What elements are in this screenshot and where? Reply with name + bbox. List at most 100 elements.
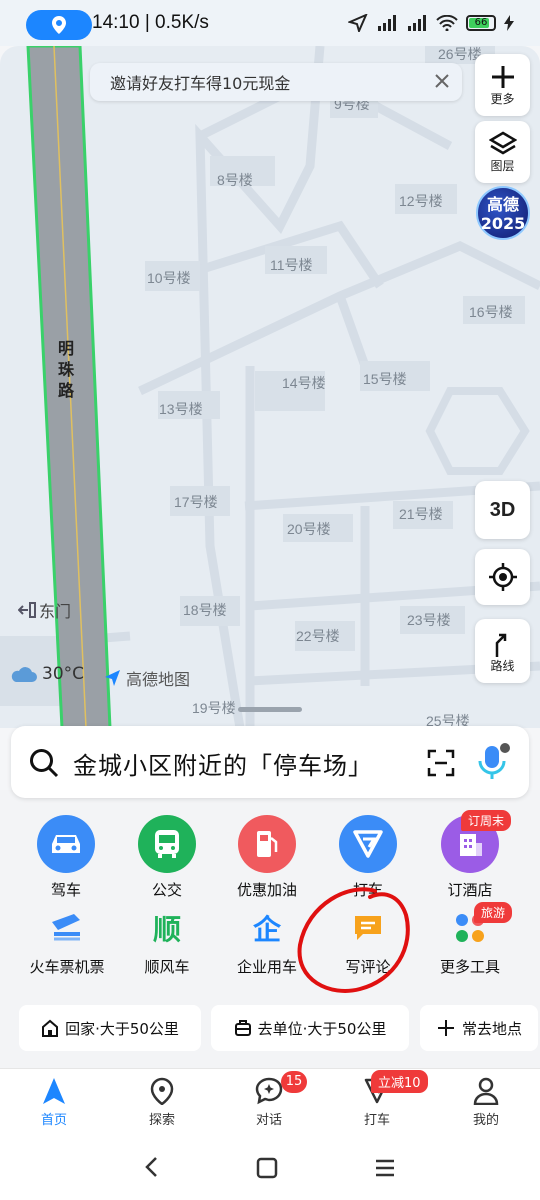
fuel-icon [238,815,296,873]
building-label[interactable]: 13号楼 [159,399,203,419]
search-placeholder: 金城小区附近的「停车场」 [73,752,373,780]
building-label[interactable]: 14号楼 [282,373,326,393]
car-icon [37,815,95,873]
service-label: 火车票机票 [29,958,105,976]
nav-profile[interactable]: 我的 [451,1077,521,1128]
building-label[interactable]: 22号楼 [296,626,340,646]
work-shortcut[interactable]: 去单位·大于50公里 [211,1005,409,1051]
map-view[interactable]: 26号楼 9号楼 8号楼 12号楼 10号楼 11号楼 16号楼 14号楼 15… [0,46,540,728]
search-icon [30,749,59,778]
service-train-flight[interactable]: 火车票机票 [17,908,117,977]
building-label[interactable]: 16号楼 [469,302,513,322]
badge-line2: 2025 [480,214,526,233]
briefcase-icon [234,1020,251,1036]
building-label[interactable]: 15号楼 [363,369,407,389]
home-label: 回家·大于50公里 [65,1019,179,1038]
status-time: 14:10 | 0.5K/s [92,12,209,33]
nav-label: 对话 [255,1113,282,1128]
home-shortcut[interactable]: 回家·大于50公里 [19,1005,201,1051]
map-canvas [0,46,540,728]
drag-handle[interactable] [238,707,302,712]
quick-label: 驾车 [50,881,81,899]
home-icon [42,1019,59,1037]
route-label: 路线 [490,658,515,673]
frequent-places-shortcut[interactable]: 常去地点 [420,1005,538,1051]
route-button[interactable]: 路线 [475,619,530,683]
nav-label: 我的 [472,1113,499,1128]
frequent-label: 常去地点 [461,1019,522,1038]
route-icon [495,633,506,657]
travel-tag: 旅游 [474,902,513,923]
building-label[interactable]: 21号楼 [399,504,443,524]
chat-badge: 15 [281,1071,307,1093]
home-arrow-icon [43,1078,65,1104]
service-label: 更多工具 [439,958,500,976]
service-label: 企业用车 [236,958,297,976]
battery-indicator: 66 [466,15,496,31]
amap-logo: 高德地图 [104,666,190,690]
bus-icon [138,815,196,873]
gate-label: 东门 [39,602,72,621]
more-label: 更多 [490,91,515,106]
gate-marker[interactable]: 东门 [18,598,71,622]
signal-2-icon [408,15,426,31]
building-label[interactable]: 8号楼 [217,170,253,190]
chat-icon [255,1077,283,1105]
temperature: 30°C [42,664,85,684]
system-nav-bar [0,1140,540,1200]
nav-label: 首页 [40,1113,67,1128]
quick-label: 订酒店 [447,881,493,899]
signal-icon [378,15,396,31]
building-label[interactable]: 17号楼 [174,492,218,512]
carpool-icon: 顺 [152,913,181,946]
navigation-arrow-icon [348,14,368,32]
alarm-icon [48,14,66,32]
menu-icon[interactable] [374,1158,396,1178]
3d-label: 3D [489,498,516,521]
brand-label: 高德地图 [126,670,191,689]
invite-banner[interactable]: 邀请好友打车得10元现金 [90,63,462,101]
nav-explore[interactable]: 探索 [127,1077,197,1128]
taxi-discount-badge: 立减10 [371,1070,428,1093]
building-label[interactable]: 12号楼 [399,191,443,211]
taxi-icon [339,815,397,873]
badge-line1: 高德 [486,195,519,214]
annotation-scribble [297,887,410,993]
building-label[interactable]: 18号楼 [183,600,227,620]
locate-button[interactable] [475,549,530,605]
profile-icon [473,1077,499,1105]
building-label[interactable]: 20号楼 [287,519,331,539]
scan-icon[interactable] [427,749,455,777]
layers-icon [488,131,517,154]
layers-button[interactable]: 图层 [475,121,530,183]
building-label[interactable]: 19号楼 [192,698,236,718]
amap-2025-badge[interactable]: 高德 2025 [476,186,530,240]
quick-label: 公交 [151,881,182,899]
bottom-nav: 首页 探索 对话 15 打车 立减10 我的 [0,1068,540,1140]
plus-icon [491,65,514,88]
back-icon[interactable] [142,1156,162,1178]
quick-drive[interactable]: 驾车 [19,815,113,900]
business-icon: 企 [252,913,281,946]
building-label[interactable]: 11号楼 [270,255,313,275]
weekend-tag: 订周末 [461,810,512,831]
more-button[interactable]: 更多 [475,54,530,116]
close-icon[interactable] [426,65,458,97]
nav-label: 打车 [363,1113,390,1128]
quick-bus[interactable]: 公交 [120,815,214,900]
explore-pin-icon [150,1077,174,1105]
add-icon [437,1020,454,1036]
3d-button[interactable]: 3D [475,481,530,539]
building-label[interactable]: 10号楼 [147,268,191,288]
invite-text: 邀请好友打车得10元现金 [110,74,291,93]
building-label[interactable]: 23号楼 [407,610,451,630]
voice-icon[interactable] [477,742,511,782]
weather-widget[interactable]: 30°C [10,664,84,684]
wifi-icon [436,15,458,31]
layers-label: 图层 [490,158,515,173]
search-bar[interactable]: 金城小区附近的「停车场」 [11,726,529,798]
nav-home[interactable]: 首页 [19,1077,89,1128]
service-label: 顺风车 [144,958,190,976]
home-square-icon[interactable] [256,1157,278,1179]
service-carpool[interactable]: 顺 顺风车 [117,908,217,977]
